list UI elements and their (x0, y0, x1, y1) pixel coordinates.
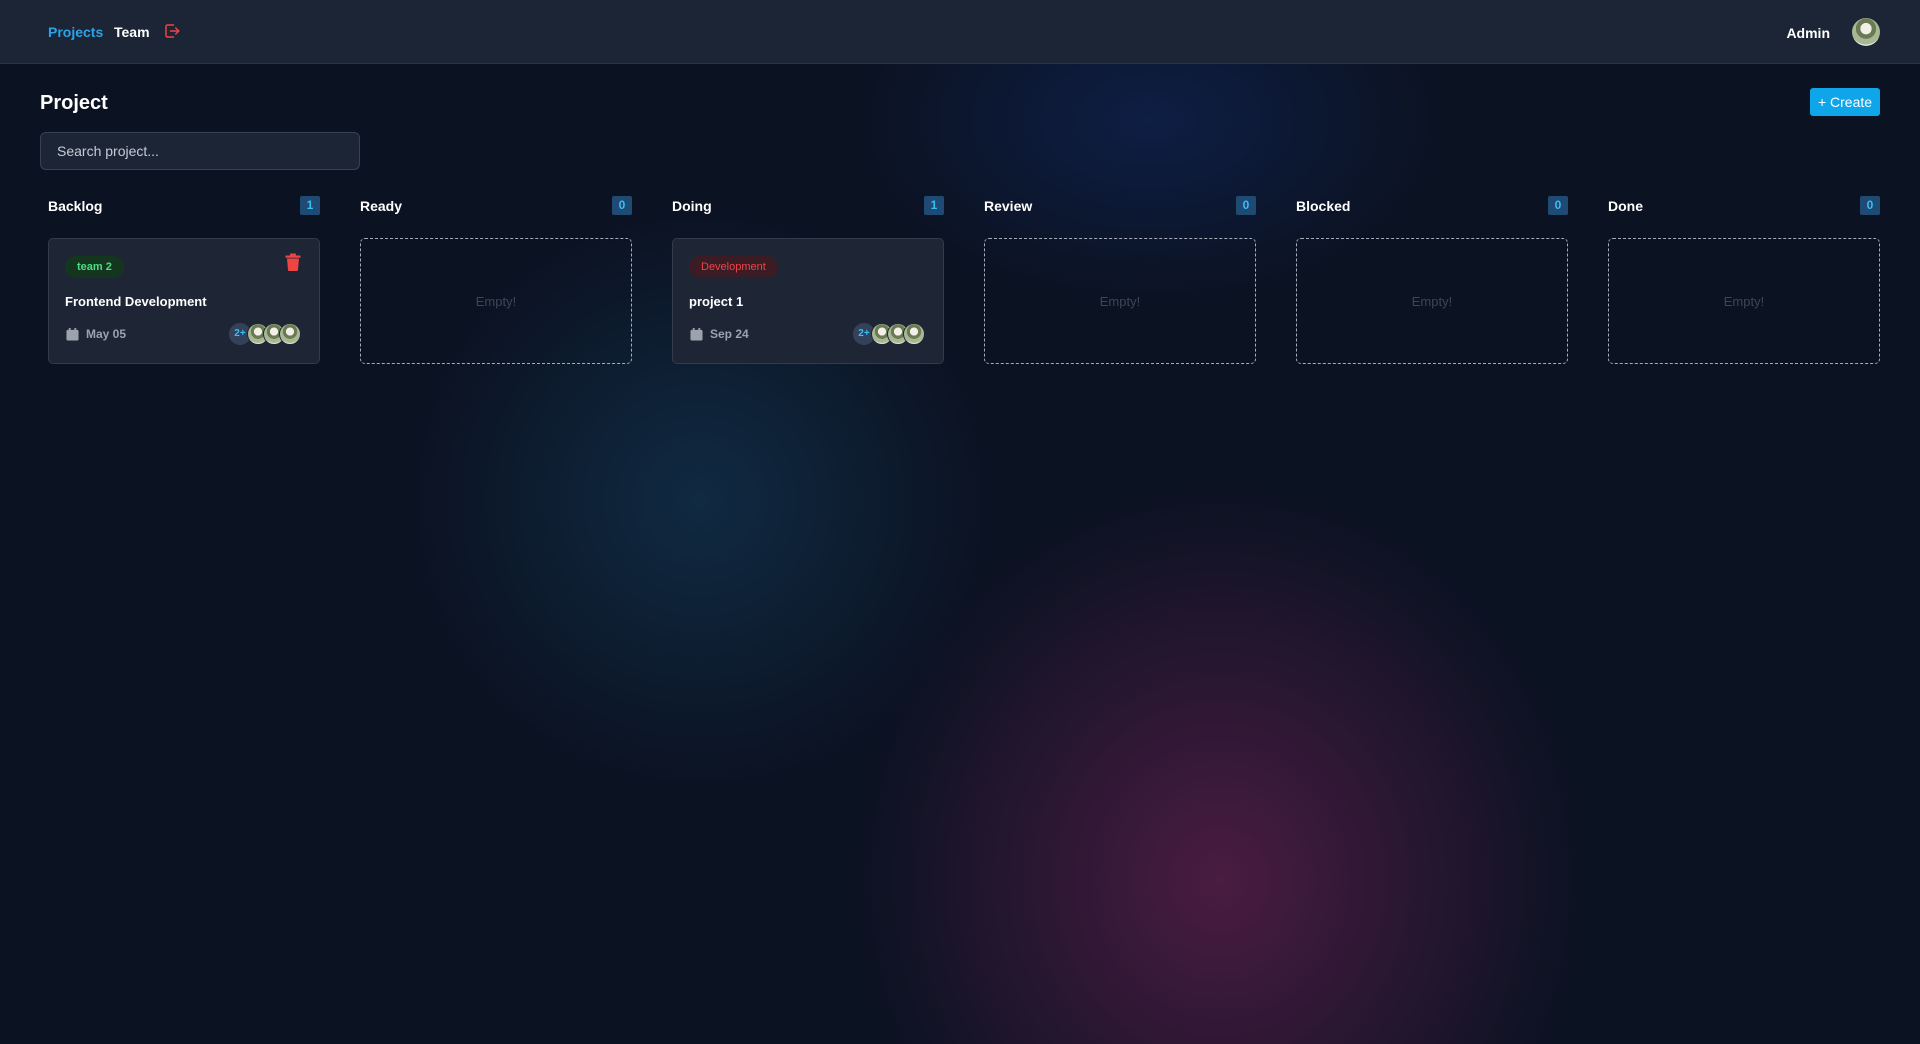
user-avatar[interactable] (1852, 18, 1880, 46)
column-doing: Doing 1 Development project 1 Sep 24 2+ (672, 196, 944, 364)
member-avatars[interactable]: 2+ (229, 323, 303, 345)
project-title: Frontend Development (65, 294, 207, 309)
project-date: Sep 24 (690, 327, 749, 341)
empty-dropzone[interactable]: Empty! (360, 238, 632, 364)
member-avatars[interactable]: 2+ (853, 323, 927, 345)
column-count-badge: 0 (1860, 196, 1880, 215)
column-count-badge: 1 (924, 196, 944, 215)
column-title: Ready (360, 198, 403, 214)
empty-dropzone[interactable]: Empty! (1608, 238, 1880, 364)
project-tag: Development (689, 256, 778, 278)
project-card[interactable]: Development project 1 Sep 24 2+ (672, 238, 944, 364)
column-header: Doing 1 (672, 196, 944, 216)
empty-label: Empty! (1099, 293, 1141, 309)
column-title: Done (1608, 198, 1643, 214)
top-navbar: Projects Team Admin (0, 0, 1920, 64)
empty-label: Empty! (475, 293, 517, 309)
empty-label: Empty! (1723, 293, 1765, 309)
column-review: Review 0 Empty! (984, 196, 1256, 364)
empty-label: Empty! (1411, 293, 1453, 309)
search-input[interactable] (40, 132, 360, 170)
calendar-icon (66, 327, 79, 341)
column-count-badge: 0 (1548, 196, 1568, 215)
column-count-badge: 0 (612, 196, 632, 215)
member-avatar (903, 323, 925, 345)
project-date: May 05 (66, 327, 126, 341)
empty-dropzone[interactable]: Empty! (984, 238, 1256, 364)
column-title: Backlog (48, 198, 103, 214)
project-tag: team 2 (65, 256, 124, 278)
column-ready: Ready 0 Empty! (360, 196, 632, 364)
calendar-icon (690, 327, 703, 341)
page-title: Project (40, 92, 108, 114)
date-label: Sep 24 (710, 327, 749, 341)
column-blocked: Blocked 0 Empty! (1296, 196, 1568, 364)
column-header: Review 0 (984, 196, 1256, 216)
column-backlog: Backlog 1 team 2 Frontend Development Ma… (48, 196, 320, 364)
nav-projects-link[interactable]: Projects (48, 24, 103, 40)
column-title: Blocked (1296, 198, 1351, 214)
logout-icon[interactable] (163, 22, 181, 40)
column-title: Doing (672, 198, 712, 214)
nav-team-link[interactable]: Team (114, 24, 150, 40)
column-title: Review (984, 198, 1033, 214)
member-avatar (279, 323, 301, 345)
empty-dropzone[interactable]: Empty! (1296, 238, 1568, 364)
column-header: Done 0 (1608, 196, 1880, 216)
date-label: May 05 (86, 327, 127, 341)
user-name: Admin (1786, 25, 1830, 41)
column-count-badge: 0 (1236, 196, 1256, 215)
column-header: Backlog 1 (48, 196, 320, 216)
column-header: Blocked 0 (1296, 196, 1568, 216)
create-button[interactable]: + Create (1810, 88, 1880, 116)
project-card[interactable]: team 2 Frontend Development May 05 2+ (48, 238, 320, 364)
column-header: Ready 0 (360, 196, 632, 216)
column-count-badge: 1 (300, 196, 320, 215)
trash-icon[interactable] (285, 253, 301, 271)
column-done: Done 0 Empty! (1608, 196, 1880, 364)
project-title: project 1 (689, 294, 744, 309)
